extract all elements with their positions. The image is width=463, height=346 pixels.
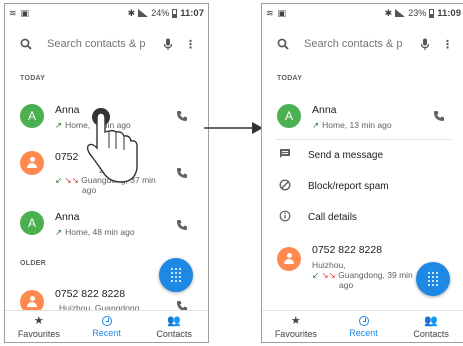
battery-percent: 24% — [151, 8, 170, 18]
tab-contacts[interactable]: 👥 Contacts — [140, 311, 208, 342]
phone-screen-before: ≋ ▣ ✱ 24% 11:07 Search contacts & p ⋮ TO… — [4, 3, 209, 343]
clock-icon — [358, 315, 369, 326]
dialpad-icon — [427, 271, 439, 287]
action-send-message[interactable]: Send a message — [262, 144, 463, 166]
call-detail: Huizhou, ↙ ↘↘ Guangdong, 39 min ago — [312, 260, 413, 290]
call-detail: ↗ Home, 48 min ago — [55, 227, 135, 237]
tab-recent[interactable]: Recent — [330, 311, 398, 342]
status-bar: ≋ ▣ ✱ 24% 11:07 — [5, 4, 208, 22]
wifi-icon: ≋ — [9, 7, 17, 18]
avatar — [20, 151, 44, 175]
info-icon — [278, 210, 292, 225]
avatar: A — [277, 104, 301, 128]
contact-name: Anna — [55, 104, 80, 116]
divider — [276, 139, 451, 140]
avatar: A — [20, 211, 44, 235]
contact-number: 0752 822 8228 — [55, 288, 126, 300]
section-today-label: TODAY — [20, 75, 46, 82]
image-notification-icon: ▣ — [20, 7, 30, 18]
call-icon[interactable] — [176, 110, 188, 122]
wifi-icon: ≋ — [266, 7, 274, 18]
tab-favourites[interactable]: ★ Favourites — [262, 311, 330, 342]
section-today-label: TODAY — [277, 75, 303, 82]
outgoing-call-icon: ↗ — [312, 120, 320, 130]
tab-favourites[interactable]: ★ Favourites — [5, 311, 73, 342]
bottom-nav: ★ Favourites Recent 👥 Contacts — [5, 310, 208, 342]
dialpad-button[interactable] — [159, 258, 193, 292]
mic-icon[interactable] — [161, 37, 175, 51]
missed-call-icon: ↘↘ — [62, 175, 79, 185]
block-icon — [278, 178, 292, 194]
message-icon — [278, 148, 292, 162]
tap-gesture-hand-icon — [86, 108, 138, 183]
avatar — [277, 247, 301, 271]
phone-screen-after: ≋ ▣ ✱ 23% 11:09 Search contacts & p ⋮ TO… — [261, 3, 463, 343]
signal-icon — [395, 9, 406, 17]
search-icon[interactable] — [276, 37, 290, 51]
image-notification-icon: ▣ — [277, 7, 287, 18]
bottom-nav: ★ Favourites Recent 👥 Contacts — [262, 310, 463, 342]
call-icon[interactable] — [176, 219, 188, 231]
battery-icon — [429, 8, 435, 18]
person-icon — [26, 296, 38, 308]
section-older-label: OLDER — [20, 260, 46, 267]
search-bar[interactable]: Search contacts & p ⋮ — [276, 32, 453, 56]
person-icon — [283, 253, 295, 265]
call-log-item[interactable]: A Anna ↗ Home, 48 min ago — [5, 209, 208, 247]
search-input[interactable]: Search contacts & p — [47, 38, 157, 50]
people-icon: 👥 — [424, 314, 439, 327]
person-icon — [26, 157, 38, 169]
call-icon[interactable] — [433, 110, 445, 122]
search-bar[interactable]: Search contacts & p ⋮ — [19, 32, 196, 56]
star-icon: ★ — [33, 314, 44, 327]
dialpad-button[interactable] — [416, 262, 450, 296]
signal-icon — [138, 9, 149, 17]
avatar: A — [20, 104, 44, 128]
star-icon: ★ — [290, 314, 301, 327]
people-icon: 👥 — [167, 314, 182, 327]
more-options-icon[interactable]: ⋮ — [185, 38, 196, 51]
status-bar: ≋ ▣ ✱ 23% 11:09 — [262, 4, 463, 22]
bluetooth-icon: ✱ — [127, 7, 136, 18]
outgoing-call-icon: ↗ — [55, 120, 63, 130]
action-call-details[interactable]: Call details — [262, 206, 463, 228]
bluetooth-icon: ✱ — [384, 7, 393, 18]
call-log-item-expanded[interactable]: A Anna ↗ Home, 13 min ago — [262, 102, 463, 136]
transition-arrow-icon — [204, 122, 263, 134]
call-detail: ↗ Home, 13 min ago — [312, 120, 392, 130]
call-icon[interactable] — [176, 167, 188, 179]
mic-icon[interactable] — [418, 37, 432, 51]
missed-call-icon: ↘↘ — [319, 270, 336, 280]
outgoing-call-icon: ↗ — [55, 227, 63, 237]
contact-name: Anna — [312, 104, 337, 116]
action-block-report-spam[interactable]: Block/report spam — [262, 175, 463, 197]
tab-contacts[interactable]: 👥 Contacts — [397, 311, 463, 342]
dialpad-icon — [170, 267, 182, 283]
clock-icon — [101, 315, 112, 326]
battery-icon — [172, 8, 178, 18]
search-icon[interactable] — [19, 37, 33, 51]
search-input[interactable]: Search contacts & p — [304, 38, 414, 50]
battery-percent: 23% — [408, 8, 427, 18]
status-time: 11:09 — [437, 7, 461, 19]
contact-name: Anna — [55, 211, 80, 223]
status-time: 11:07 — [180, 7, 204, 19]
contact-number: 0752 822 8228 — [312, 244, 383, 256]
more-options-icon[interactable]: ⋮ — [442, 38, 453, 51]
tab-recent[interactable]: Recent — [73, 311, 141, 342]
